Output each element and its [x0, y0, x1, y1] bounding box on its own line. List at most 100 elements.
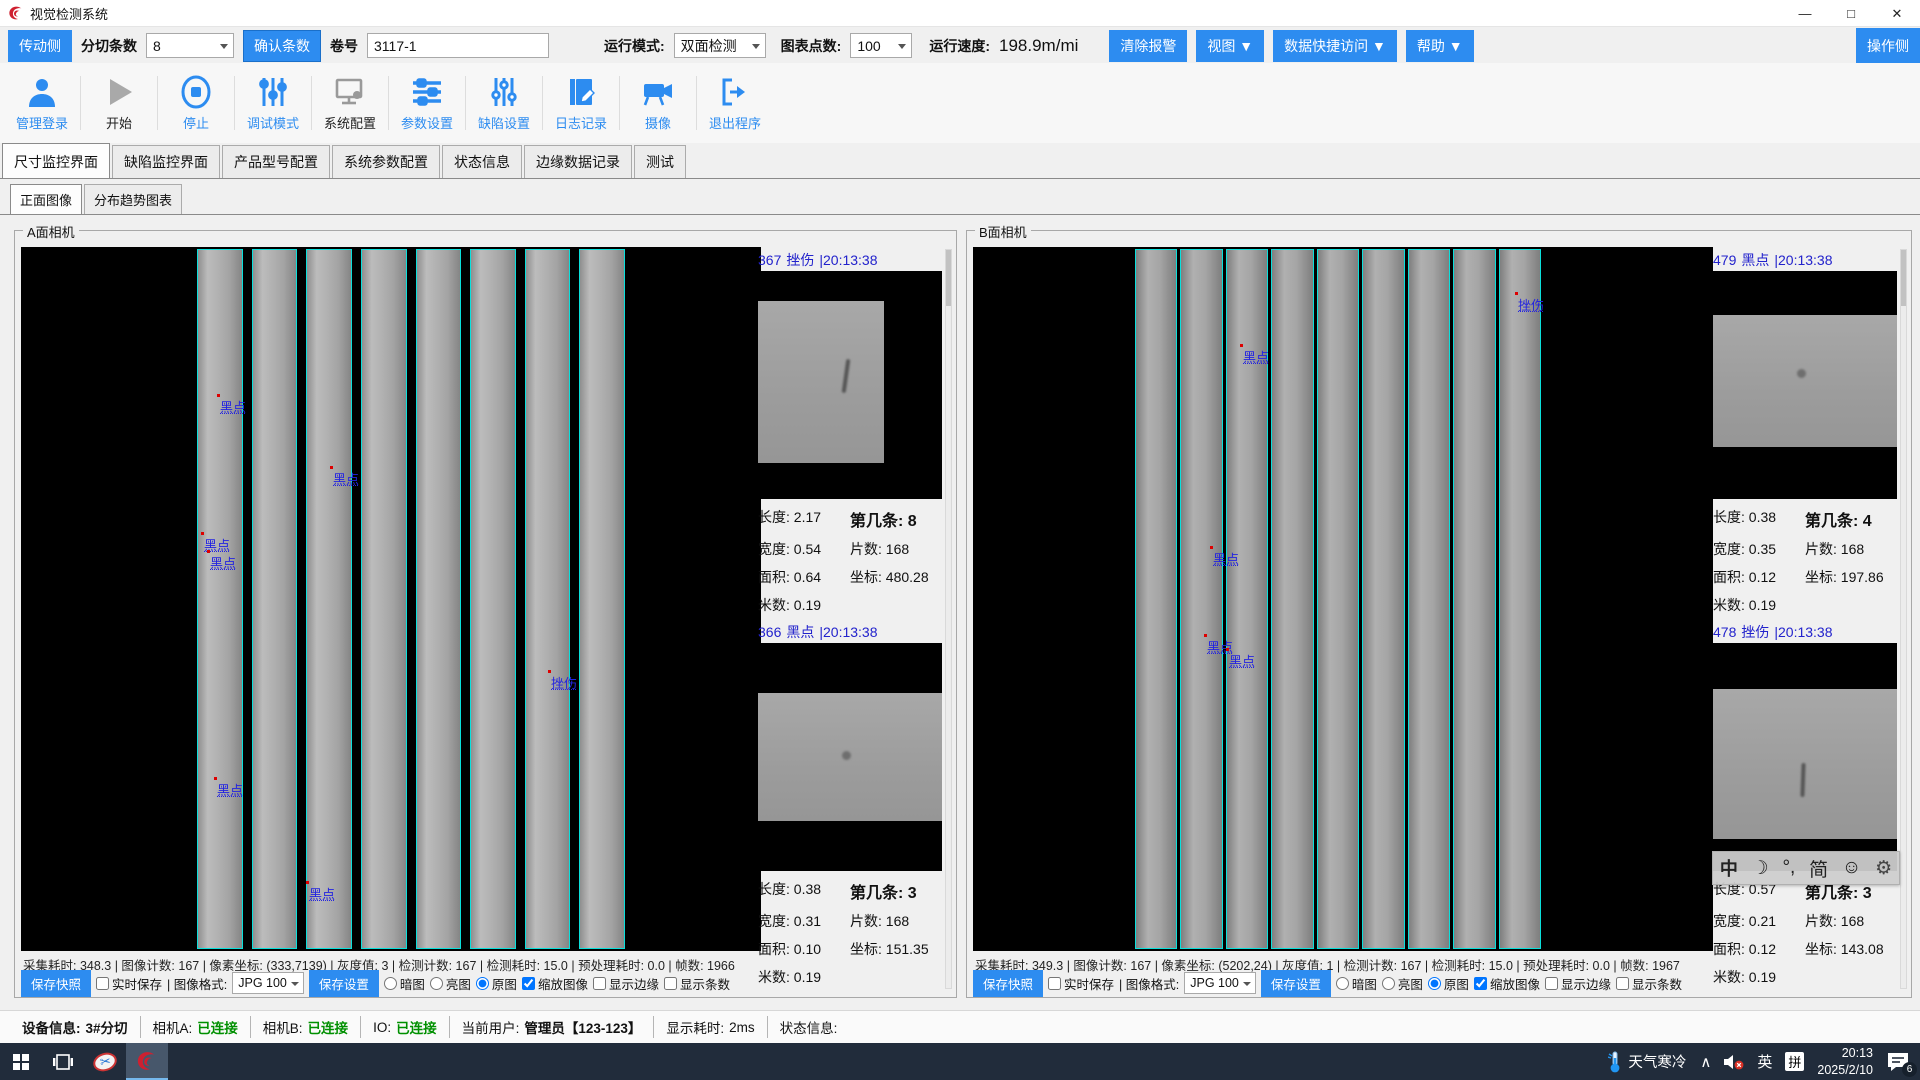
defect-card[interactable]: 478 挫伤 |20:13:38 长度: 0.57 第几条: 3 宽度: 0.2…	[1713, 621, 1897, 987]
debug-mode-button[interactable]: 调试模式	[235, 74, 311, 132]
camera-b-image[interactable]: 挫伤 黑点 黑点 黑点 黑点	[973, 247, 1713, 951]
checkbox[interactable]	[1545, 977, 1558, 990]
defect-pieces: 168	[886, 541, 909, 557]
dark-image-radio[interactable]: 暗图	[1336, 974, 1377, 993]
radio[interactable]	[476, 977, 489, 990]
log-record-button[interactable]: 日志记录	[543, 74, 619, 132]
defect-card[interactable]: 367 挫伤 |20:13:38 长度: 2.17 第几条: 8 宽度: 0.5…	[758, 249, 942, 615]
notification-center-button[interactable]: 6	[1886, 1052, 1910, 1072]
volume-muted-icon[interactable]	[1724, 1054, 1744, 1070]
realtime-save-checkbox[interactable]: 实时保存	[96, 974, 162, 993]
hidden-icons-chevron[interactable]: ∧	[1700, 1053, 1711, 1071]
confirm-count-button[interactable]: 确认条数	[243, 30, 321, 62]
stop-button[interactable]: 停止	[158, 74, 234, 132]
zoom-image-checkbox[interactable]: 缩放图像	[522, 974, 588, 993]
show-count-checkbox[interactable]: 显示条数	[1616, 974, 1682, 993]
ime-emoji-icon[interactable]: ☺	[1842, 857, 1861, 879]
realtime-save-checkbox[interactable]: 实时保存	[1048, 974, 1114, 993]
checkbox[interactable]	[96, 977, 109, 990]
save-snapshot-button[interactable]: 保存快照	[973, 970, 1043, 997]
start-button[interactable]	[0, 1043, 42, 1080]
defect-card[interactable]: 366 黑点 |20:13:38 长度: 0.38 第几条: 3 宽度: 0.3…	[758, 621, 942, 987]
save-settings-button[interactable]: 保存设置	[309, 970, 379, 997]
defect-list-scrollbar[interactable]	[945, 249, 952, 989]
image-format-select[interactable]: JPG 100	[1184, 972, 1256, 994]
radio[interactable]	[430, 977, 443, 990]
defect-thumbnail[interactable]	[1713, 271, 1897, 499]
original-image-radio[interactable]: 原图	[476, 974, 517, 993]
slit-count-select[interactable]: 8	[146, 33, 234, 58]
checkbox[interactable]	[1474, 977, 1487, 990]
ime-pinyin-icon[interactable]: 拼	[1785, 1052, 1804, 1071]
subtab-front-image[interactable]: 正面图像	[10, 184, 82, 214]
params-settings-button[interactable]: 参数设置	[389, 74, 465, 132]
tab-size-monitor[interactable]: 尺寸监控界面	[2, 143, 110, 178]
vision-app-taskbar-button[interactable]	[126, 1043, 168, 1080]
tab-edge-data-record[interactable]: 边缘数据记录	[524, 145, 632, 178]
show-edge-checkbox[interactable]: 显示边缘	[1545, 974, 1611, 993]
defect-list-scrollbar[interactable]	[1900, 249, 1907, 989]
defect-stats: 长度: 0.57 第几条: 3 宽度: 0.21 片数: 168 面积: 0.1…	[1713, 871, 1897, 987]
tab-system-params-config[interactable]: 系统参数配置	[332, 145, 440, 178]
chart-points-select[interactable]: 100	[850, 33, 912, 58]
defect-thumbnail[interactable]	[758, 643, 942, 871]
tab-test[interactable]: 测试	[634, 145, 686, 178]
original-image-radio[interactable]: 原图	[1428, 974, 1469, 993]
save-snapshot-button[interactable]: 保存快照	[21, 970, 91, 997]
camera-a-image[interactable]: 黑点 黑点 黑点 黑点 挫伤 黑点 黑点	[21, 247, 761, 951]
roll-number-input[interactable]: 3117-1	[367, 33, 549, 58]
clear-alarm-button[interactable]: 清除报警	[1109, 30, 1187, 62]
radio[interactable]	[1336, 977, 1349, 990]
save-settings-button[interactable]: 保存设置	[1261, 970, 1331, 997]
task-view-button[interactable]	[42, 1043, 84, 1080]
help-menu-button[interactable]: 帮助 ▼	[1406, 30, 1474, 62]
data-quick-access-button[interactable]: 数据快捷访问 ▼	[1273, 30, 1397, 62]
dark-image-radio[interactable]: 暗图	[384, 974, 425, 993]
close-button[interactable]: ✕	[1874, 0, 1920, 27]
bright-image-radio[interactable]: 亮图	[430, 974, 471, 993]
minimize-button[interactable]: —	[1782, 0, 1828, 27]
checkbox[interactable]	[522, 977, 535, 990]
language-indicator[interactable]: 英	[1757, 1051, 1772, 1072]
maximize-button[interactable]: □	[1828, 0, 1874, 27]
operate-side-button[interactable]: 操作侧	[1856, 28, 1920, 63]
show-count-checkbox[interactable]: 显示条数	[664, 974, 730, 993]
defect-thumbnail[interactable]	[758, 271, 942, 499]
capture-button[interactable]: 摄像	[620, 74, 696, 132]
checkbox[interactable]	[1048, 977, 1061, 990]
defect-card[interactable]: 479 黑点 |20:13:38 长度: 0.38 第几条: 4 宽度: 0.3…	[1713, 249, 1897, 615]
zoom-image-checkbox[interactable]: 缩放图像	[1474, 974, 1540, 993]
ime-settings-gear-icon[interactable]: ⚙	[1875, 857, 1892, 880]
defect-thumbnail[interactable]	[1713, 643, 1897, 871]
defect-settings-button[interactable]: 缺陷设置	[466, 74, 542, 132]
subtab-trend-chart[interactable]: 分布趋势图表	[84, 184, 182, 214]
start-button[interactable]: 开始	[81, 74, 157, 132]
checkbox[interactable]	[1616, 977, 1629, 990]
ime-simplified-icon[interactable]: 简	[1809, 855, 1828, 882]
admin-login-button[interactable]: 管理登录	[4, 74, 80, 132]
ime-fullmoon-icon[interactable]: ☽	[1752, 857, 1769, 880]
ime-punctuation-icon[interactable]: °,	[1782, 857, 1795, 879]
view-menu-button[interactable]: 视图 ▼	[1196, 30, 1264, 62]
top-control-bar: 传动侧 分切条数 8 确认条数 卷号 3117-1 运行模式: 双面检测 图表点…	[0, 28, 1920, 63]
snipping-tool-button[interactable]: ✂	[84, 1043, 126, 1080]
drive-side-button[interactable]: 传动侧	[8, 30, 72, 62]
bright-image-radio[interactable]: 亮图	[1382, 974, 1423, 993]
radio[interactable]	[384, 977, 397, 990]
tab-defect-monitor[interactable]: 缺陷监控界面	[112, 145, 220, 178]
tab-status-info[interactable]: 状态信息	[442, 145, 522, 178]
strip-rect	[579, 249, 625, 949]
tab-product-model-config[interactable]: 产品型号配置	[222, 145, 330, 178]
weather-widget[interactable]: 天气寒冷	[1608, 1051, 1686, 1073]
clock[interactable]: 20:13 2025/2/10	[1817, 1045, 1873, 1078]
image-format-select[interactable]: JPG 100	[232, 972, 304, 994]
radio[interactable]	[1382, 977, 1395, 990]
run-mode-select[interactable]: 双面检测	[674, 33, 766, 58]
radio[interactable]	[1428, 977, 1441, 990]
show-edge-checkbox[interactable]: 显示边缘	[593, 974, 659, 993]
system-config-button[interactable]: 系统配置	[312, 74, 388, 132]
checkbox[interactable]	[664, 977, 677, 990]
ime-chinese-mode-icon[interactable]: 中	[1720, 855, 1738, 881]
exit-program-button[interactable]: 退出程序	[697, 74, 773, 132]
checkbox[interactable]	[593, 977, 606, 990]
